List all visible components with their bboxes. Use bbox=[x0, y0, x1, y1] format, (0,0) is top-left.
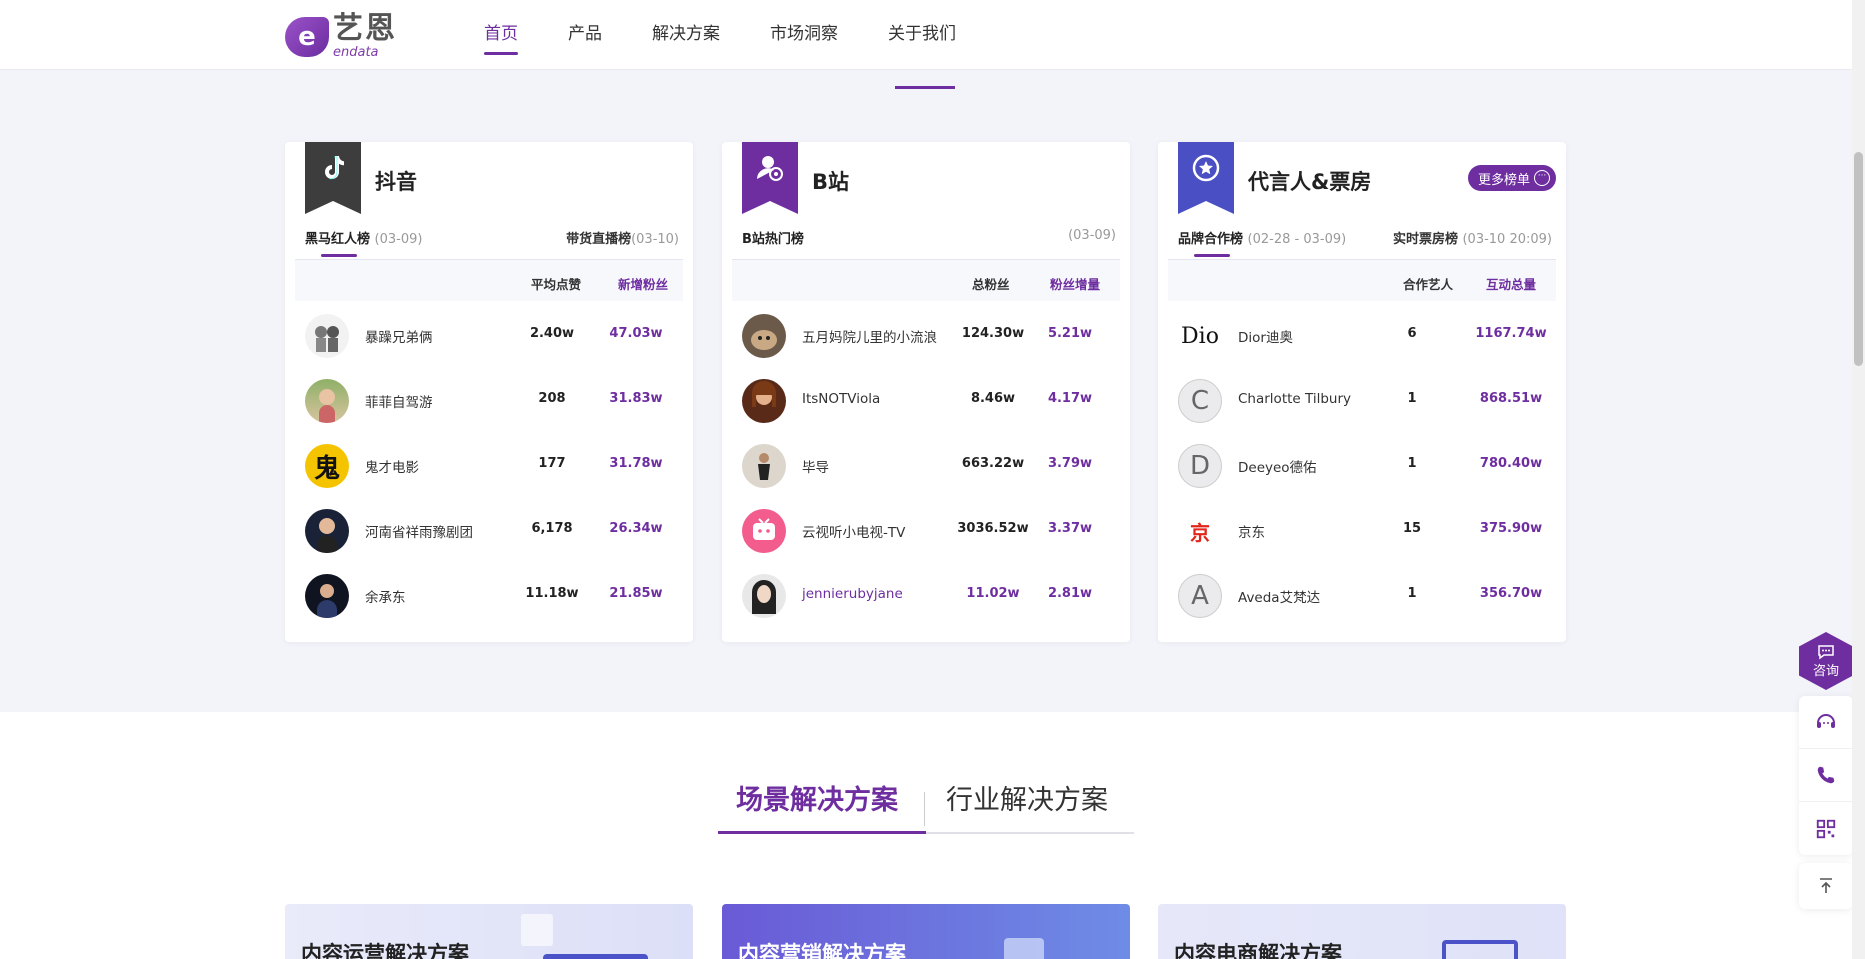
avatar bbox=[742, 314, 786, 358]
section-divider bbox=[895, 86, 955, 89]
table-row[interactable]: A Aveda艾梵达 1 356.70w bbox=[1168, 563, 1556, 628]
table-header: 总粉丝 粉丝增量 bbox=[732, 259, 1120, 301]
chat-bubble-icon bbox=[1818, 644, 1834, 659]
tab-bilibili-hot[interactable]: B站热门榜 bbox=[742, 228, 804, 247]
avatar: C bbox=[1178, 379, 1222, 423]
bilibili-badge bbox=[742, 142, 798, 214]
nav-market-insight[interactable]: 市场洞察 bbox=[770, 0, 838, 70]
consult-button[interactable]: 咨询 bbox=[1799, 632, 1853, 690]
qrcode-button[interactable] bbox=[1799, 802, 1853, 855]
logo-en-text: endata bbox=[333, 45, 379, 60]
top-header: e 艺恩 endata 首页 产品 解决方案 市场洞察 关于我们 bbox=[0, 0, 1852, 70]
avatar bbox=[742, 444, 786, 488]
col-fans-growth: 粉丝增量 bbox=[1050, 277, 1101, 292]
scrollbar-thumb[interactable] bbox=[1854, 152, 1863, 366]
avatar: 京 bbox=[1178, 509, 1222, 553]
avatar bbox=[305, 509, 349, 553]
brand-logo[interactable]: e 艺恩 endata bbox=[285, 14, 397, 59]
avatar: D bbox=[1178, 444, 1222, 488]
table-row[interactable]: ItsNOTViola 8.46w 4.17w bbox=[732, 368, 1120, 433]
headset-icon bbox=[1817, 714, 1835, 728]
main-nav: 首页 产品 解决方案 市场洞察 关于我们 bbox=[484, 0, 1006, 70]
nav-products[interactable]: 产品 bbox=[568, 0, 602, 70]
logo-mark-icon: e bbox=[285, 16, 329, 57]
table-row[interactable]: 五月妈院儿里的小流浪 124.30w 5.21w bbox=[732, 303, 1120, 368]
more-rankings-button[interactable]: 更多榜单 ··· bbox=[1467, 165, 1556, 191]
col-total-interactions: 互动总量 bbox=[1486, 277, 1537, 292]
avatar bbox=[742, 574, 786, 618]
table-row[interactable]: 余承东 11.18w 21.85w bbox=[295, 563, 683, 628]
table-row[interactable]: D Deeyeo德佑 1 780.40w bbox=[1168, 433, 1556, 498]
card-title: 代言人&票房 bbox=[1248, 170, 1372, 194]
card-title: 抖音 bbox=[375, 170, 417, 194]
col-new-fans: 新增粉丝 bbox=[618, 277, 669, 292]
bilibili-date: (03-09) bbox=[1068, 228, 1116, 243]
active-tab-indicator bbox=[718, 831, 926, 834]
tab-realtime-boxoffice[interactable]: 实时票房榜 (03-10 20:09) bbox=[1393, 228, 1552, 247]
douyin-badge bbox=[305, 142, 361, 214]
avatar: 鬼 bbox=[305, 444, 349, 488]
tab-industry-solutions[interactable]: 行业解决方案 bbox=[946, 778, 1108, 817]
tab-dark-horse[interactable]: 黑马红人榜 (03-09) bbox=[305, 228, 422, 257]
solutions-tabs: 场景解决方案 行业解决方案 bbox=[718, 770, 1134, 834]
table-row[interactable]: 毕导 663.22w 3.79w bbox=[732, 433, 1120, 498]
tab-brand-cooperation[interactable]: 品牌合作榜 (02-28 - 03-09) bbox=[1178, 228, 1346, 257]
side-float-toolbar: 咨询 bbox=[1799, 632, 1853, 909]
avatar bbox=[742, 509, 786, 553]
col-artists: 合作艺人 bbox=[1403, 277, 1454, 292]
col-avg-likes: 平均点赞 bbox=[531, 277, 582, 292]
user-eye-icon bbox=[757, 156, 783, 181]
solution-card-content-marketing[interactable]: 内容营销解决方案 bbox=[722, 904, 1130, 959]
table-header: 平均点赞 新增粉丝 bbox=[295, 259, 683, 301]
arrow-up-icon bbox=[1820, 878, 1832, 893]
star-badge bbox=[1178, 142, 1234, 214]
col-total-fans: 总粉丝 bbox=[972, 277, 1010, 292]
douyin-icon bbox=[325, 156, 344, 180]
avatar bbox=[742, 379, 786, 423]
tab-scene-solutions[interactable]: 场景解决方案 bbox=[736, 778, 898, 817]
tab-live-sales[interactable]: 带货直播榜(03-10) bbox=[566, 228, 679, 247]
card-title: B站 bbox=[812, 170, 850, 194]
table-row[interactable]: 河南省祥雨豫剧团 6,178 26.34w bbox=[295, 498, 683, 563]
scrollbar-track[interactable] bbox=[1852, 0, 1865, 959]
avatar: Dio bbox=[1178, 314, 1222, 358]
customer-service-button[interactable] bbox=[1799, 696, 1853, 749]
table-row[interactable]: 暴躁兄弟俩 2.40w 47.03w bbox=[295, 303, 683, 368]
avatar bbox=[305, 574, 349, 618]
table-header: 合作艺人 互动总量 bbox=[1168, 259, 1556, 301]
table-row[interactable]: 鬼 鬼才电影 177 31.78w bbox=[295, 433, 683, 498]
star-medal-icon bbox=[1192, 154, 1220, 182]
avatar: A bbox=[1178, 574, 1222, 618]
avatar bbox=[305, 314, 349, 358]
table-row[interactable]: C Charlotte Tilbury 1 868.51w bbox=[1168, 368, 1556, 433]
qrcode-icon bbox=[1816, 819, 1836, 838]
logo-cn-text: 艺恩 bbox=[333, 11, 397, 46]
phone-icon bbox=[1817, 766, 1835, 784]
more-icon: ··· bbox=[1534, 170, 1550, 186]
table-row[interactable]: 云视听小电视-TV 3036.52w 3.37w bbox=[732, 498, 1120, 563]
bilibili-ranking-card: B站 B站热门榜 (03-09) 总粉丝 粉丝增量 五月妈院儿里的小流浪 124… bbox=[722, 142, 1130, 642]
nav-about[interactable]: 关于我们 bbox=[888, 0, 956, 70]
back-to-top-button[interactable] bbox=[1799, 863, 1853, 909]
nav-home[interactable]: 首页 bbox=[484, 0, 518, 70]
phone-button[interactable] bbox=[1799, 749, 1853, 802]
table-row[interactable]: Dio Dior迪奥 6 1167.74w bbox=[1168, 303, 1556, 368]
nav-solutions[interactable]: 解决方案 bbox=[652, 0, 720, 70]
table-row[interactable]: 菲菲自驾游 208 31.83w bbox=[295, 368, 683, 433]
avatar bbox=[305, 379, 349, 423]
solution-card-content-ecommerce[interactable]: 内容电商解决方案 bbox=[1158, 904, 1566, 959]
douyin-ranking-card: 抖音 黑马红人榜 (03-09) 带货直播榜(03-10) 平均点赞 新增粉丝 … bbox=[285, 142, 693, 642]
table-row[interactable]: jennierubyjane 11.02w 2.81w bbox=[732, 563, 1120, 628]
endorsement-boxoffice-card: 代言人&票房 更多榜单 ··· 品牌合作榜 (02-28 - 03-09) 实时票… bbox=[1158, 142, 1566, 642]
tab-separator bbox=[924, 792, 925, 826]
table-row[interactable]: 京 京东 15 375.90w bbox=[1168, 498, 1556, 563]
solution-card-content-operation[interactable]: 内容运营解决方案 bbox=[285, 904, 693, 959]
